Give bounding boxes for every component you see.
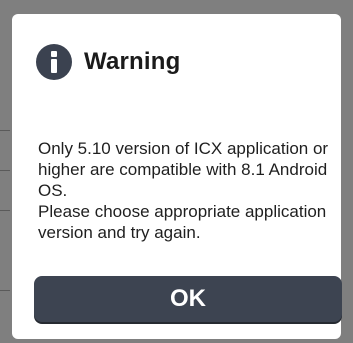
dialog-title: Warning	[84, 48, 181, 75]
background-divider	[0, 290, 10, 291]
background-divider	[0, 210, 10, 211]
warning-dialog: Warning Only 5.10 version of ICX applica…	[12, 14, 342, 339]
background-divider	[0, 130, 10, 131]
dialog-header: Warning	[36, 44, 181, 80]
ok-button[interactable]: OK	[34, 276, 342, 322]
info-icon	[36, 44, 72, 80]
message-line-compatibility: Only 5.10 version of ICX application or …	[38, 139, 329, 200]
dialog-message: Only 5.10 version of ICX application or …	[38, 138, 334, 243]
background-divider	[0, 170, 10, 171]
message-line-instruction: Please choose appropriate application ve…	[38, 202, 327, 242]
